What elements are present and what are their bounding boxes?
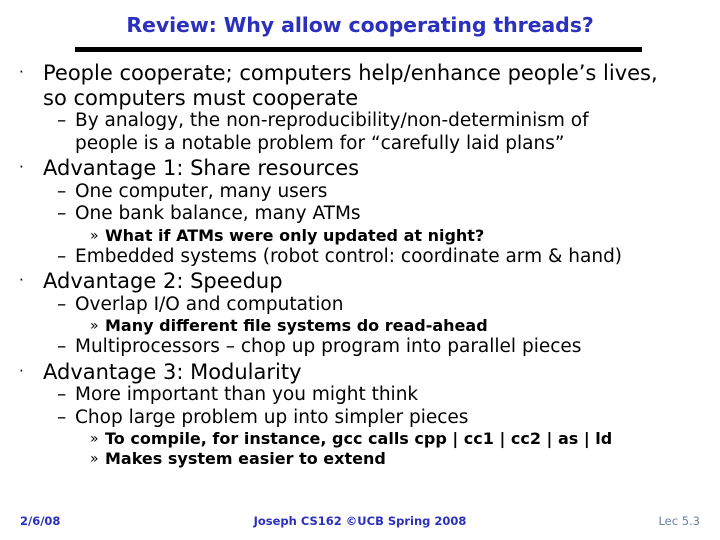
bullet-text: To compile, for instance, gcc calls cpp … [105, 429, 613, 448]
bullet-text: What if ATMs were only updated at night? [105, 225, 485, 245]
bullet-text: More important than you might think [75, 384, 419, 405]
bullet-marker-icon: » [90, 451, 99, 467]
bullet-text: One computer, many users [75, 180, 328, 202]
bullet-level-1: · Advantage 3: Modularity [0, 360, 720, 385]
bullet-level-2: – Embedded systems (robot control: coordi… [0, 246, 720, 269]
bullet-level-2: – By analogy, the non-reproducibility/non… [0, 110, 720, 155]
bullet-level-3: » To compile, for instance, gcc calls cpp… [0, 429, 720, 449]
bullet-text: Makes system easier to extend [105, 449, 386, 468]
title-block: Review: Why allow cooperating threads? [0, 14, 720, 37]
bullet-marker-icon: – [57, 180, 67, 202]
page-title: Review: Why allow cooperating threads? [126, 13, 594, 37]
bullet-marker-icon: – [57, 293, 67, 315]
bullet-level-1: · Advantage 2: Speedup [0, 269, 720, 294]
bullet-level-2: – Chop large problem up into simpler piec… [0, 407, 720, 430]
bullet-text: Many different file systems do read-ahea… [105, 316, 488, 335]
bullet-marker-icon: » [90, 318, 99, 334]
bullet-marker-icon: · [19, 361, 24, 380]
bullet-marker-icon: – [57, 110, 67, 131]
bullet-level-3: » What if ATMs were only updated at night… [0, 226, 720, 246]
bullet-marker-icon: · [19, 63, 24, 81]
bullet-level-2: – Overlap I/O and computation [0, 294, 720, 317]
bullet-marker-icon: – [57, 406, 67, 428]
bullet-text: Multiprocessors – chop up program into p… [75, 336, 582, 357]
bullet-marker-icon: – [57, 336, 67, 357]
footer-lecture-number: Lec 5.3 [658, 514, 700, 528]
slide: Review: Why allow cooperating threads? ·… [0, 0, 720, 540]
bullet-marker-icon: – [57, 245, 67, 267]
bullet-level-2: – More important than you might think [0, 384, 720, 407]
bullet-level-2: – One bank balance, many ATMs [0, 203, 720, 226]
bullet-marker-icon: – [57, 203, 67, 224]
bullet-marker-icon: » [90, 431, 99, 447]
bullet-level-2: – One computer, many users [0, 181, 720, 204]
bullet-text: so computers must cooperate [43, 85, 359, 110]
slide-body: · People cooperate; computers help/enhanc… [0, 60, 720, 469]
bullet-level-1: · Advantage 1: Share resources [0, 156, 720, 181]
bullet-text: Overlap I/O and computation [75, 293, 344, 315]
bullet-text: Embedded systems (robot control: coordin… [75, 245, 623, 267]
bullet-level-3: » Makes system easier to extend [0, 449, 720, 469]
bullet-text: Advantage 2: Speedup [43, 269, 283, 293]
bullet-text: Advantage 1: Share resources [43, 156, 360, 180]
bullet-marker-icon: – [57, 384, 67, 405]
bullet-level-3: » Many different file systems do read-ahe… [0, 316, 720, 336]
bullet-marker-icon: · [19, 158, 24, 176]
bullet-text: Chop large problem up into simpler piece… [75, 406, 469, 428]
bullet-text: People cooperate; computers help/enhance… [43, 61, 658, 85]
bullet-text: Advantage 3: Modularity [43, 359, 302, 384]
bullet-text: people is a notable problem for “careful… [75, 132, 565, 154]
bullet-level-1: · People cooperate; computers help/enhanc… [0, 61, 720, 110]
slide-footer: 2/6/08 Joseph CS162 ©UCB Spring 2008 Lec… [0, 514, 720, 534]
bullet-marker-icon: · [19, 271, 24, 289]
title-divider [75, 47, 642, 52]
bullet-level-2: – Multiprocessors – chop up program into … [0, 336, 720, 359]
bullet-text: One bank balance, many ATMs [75, 203, 361, 224]
bullet-text: By analogy, the non-reproducibility/non-… [75, 110, 589, 131]
bullet-marker-icon: » [90, 227, 99, 244]
footer-attribution: Joseph CS162 ©UCB Spring 2008 [253, 514, 467, 528]
